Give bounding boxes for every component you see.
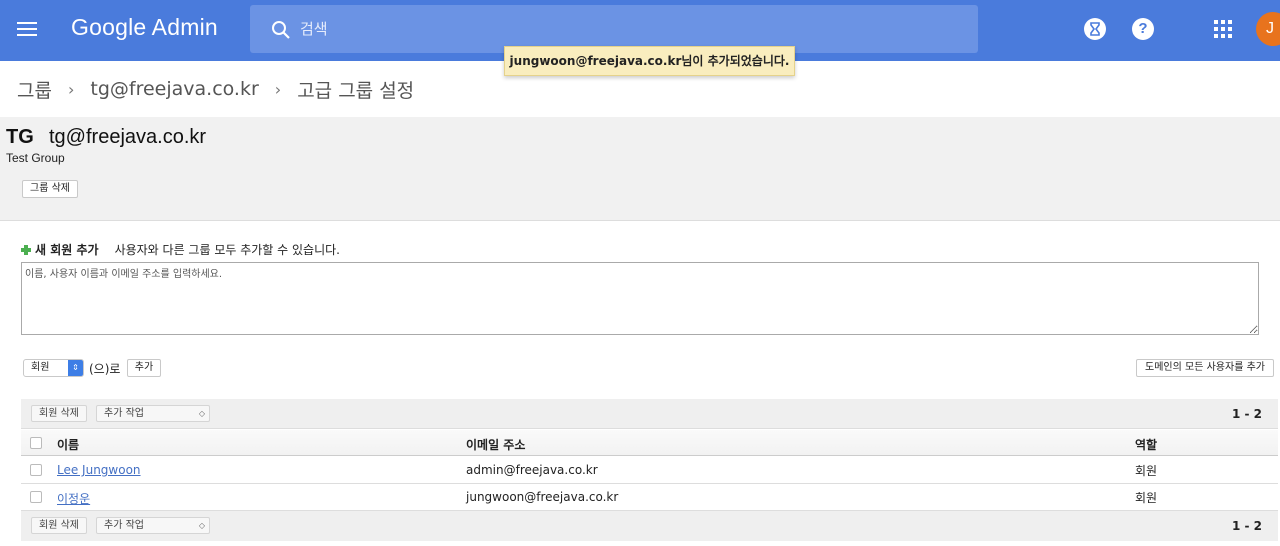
add-button[interactable]: 추가 [127, 359, 161, 377]
plus-icon [21, 244, 31, 255]
chevron-updown-icon: ⇕ [68, 360, 83, 376]
pagination-range: 1 - 2 [1231, 519, 1262, 533]
member-email: jungwoon@freejava.co.kr [466, 490, 619, 504]
breadcrumb-groups[interactable]: 그룹 [17, 76, 52, 103]
delete-members-button[interactable]: 회원 삭제 [31, 517, 87, 534]
chevron-updown-icon: ◇ [198, 409, 205, 418]
add-member-hint: 사용자와 다른 그룹 모두 추가할 수 있습니다. [114, 243, 340, 257]
member-email: admin@freejava.co.kr [466, 463, 598, 477]
add-member-header: 새 회원 추가 사용자와 다른 그룹 모두 추가할 수 있습니다. [21, 241, 340, 258]
member-role[interactable]: 회원 [1135, 462, 1157, 479]
help-icon[interactable]: ? [1132, 18, 1154, 40]
more-actions-select[interactable]: 추가 작업 ◇ [96, 405, 210, 422]
add-all-domain-users-button[interactable]: 도메인의 모든 사용자를 추가 [1136, 359, 1274, 377]
group-name: Test Group [6, 151, 65, 165]
role-select-value: 회원 [31, 362, 50, 373]
more-actions-label: 추가 작업 [104, 520, 144, 531]
member-name-link[interactable]: 이정운 [57, 490, 90, 507]
search-icon[interactable] [271, 20, 291, 40]
column-header-email[interactable]: 이메일 주소 [466, 436, 525, 453]
notification-toast: jungwoon@freejava.co.kr님이 추가되었습니다. [504, 46, 795, 76]
search-input[interactable] [300, 10, 960, 48]
delete-members-button[interactable]: 회원 삭제 [31, 405, 87, 422]
table-toolbar-top: 회원 삭제 추가 작업 ◇ 1 - 2 [21, 399, 1278, 429]
avatar[interactable]: J [1256, 12, 1280, 46]
column-header-name[interactable]: 이름 [57, 436, 79, 453]
apps-grid-icon[interactable] [1214, 20, 1232, 38]
menu-icon[interactable] [14, 18, 40, 42]
chevron-right-icon: › [67, 79, 75, 99]
group-email: tg@freejava.co.kr [49, 126, 207, 148]
add-member-input[interactable] [21, 262, 1259, 335]
chevron-right-icon: › [274, 79, 282, 99]
role-suffix-label: (으)로 [89, 362, 121, 376]
more-actions-select[interactable]: 추가 작업 ◇ [96, 517, 210, 534]
chevron-updown-icon: ◇ [198, 521, 205, 530]
group-header: TG tg@freejava.co.kr Test Group 그룹 삭제 [0, 117, 1280, 221]
delete-group-button[interactable]: 그룹 삭제 [22, 180, 78, 198]
breadcrumb: 그룹 › tg@freejava.co.kr › 고급 그룹 설정 [17, 76, 414, 102]
app-brand[interactable]: Google Admin [71, 14, 218, 41]
role-select[interactable]: 회원 ⇕ [23, 359, 84, 377]
select-all-checkbox[interactable] [30, 437, 42, 449]
table-row: 이정운 jungwoon@freejava.co.kr 회원 [21, 484, 1278, 511]
table-row: Lee Jungwoon admin@freejava.co.kr 회원 [21, 457, 1278, 484]
member-role[interactable]: 회원 [1135, 489, 1157, 506]
column-header-role[interactable]: 역할 [1135, 436, 1157, 453]
breadcrumb-group-email[interactable]: tg@freejava.co.kr [90, 78, 258, 100]
member-name-link[interactable]: Lee Jungwoon [57, 463, 141, 477]
pagination-range: 1 - 2 [1231, 407, 1262, 421]
group-code: TG [6, 126, 34, 148]
row-checkbox[interactable] [30, 464, 42, 476]
more-actions-label: 추가 작업 [104, 408, 144, 419]
row-checkbox[interactable] [30, 491, 42, 503]
table-header: 이름 이메일 주소 역할 [21, 430, 1278, 456]
add-member-title: 새 회원 추가 [35, 243, 99, 257]
table-toolbar-bottom: 회원 삭제 추가 작업 ◇ 1 - 2 [21, 511, 1278, 541]
hourglass-icon[interactable] [1084, 18, 1106, 40]
breadcrumb-advanced-settings: 고급 그룹 설정 [297, 79, 415, 102]
